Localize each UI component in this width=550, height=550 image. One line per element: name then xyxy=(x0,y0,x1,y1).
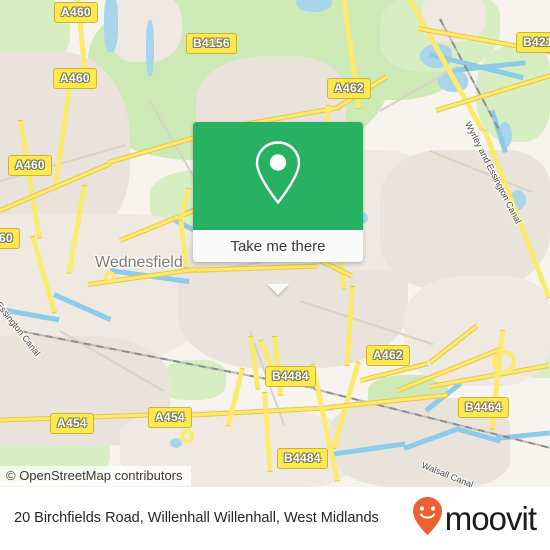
map-water xyxy=(104,0,118,52)
road-shield-b4464[interactable]: B4464 xyxy=(458,397,509,418)
road-shield-a462-top[interactable]: A462 xyxy=(327,78,371,99)
road-shield-a454-left[interactable]: A454 xyxy=(50,413,94,434)
moovit-wordmark: moovit xyxy=(444,499,537,537)
take-me-there-button[interactable]: Take me there xyxy=(193,230,363,262)
road-shield-b4484-upper[interactable]: B4484 xyxy=(265,366,316,387)
map-roundabout xyxy=(104,271,116,283)
road-shield-b4210[interactable]: B4210 xyxy=(516,32,550,53)
road-shield-a460-left[interactable]: A460 xyxy=(8,155,52,176)
map-pin-icon xyxy=(251,139,305,214)
road-shield-a460-top[interactable]: A460 xyxy=(54,2,98,23)
footer-bar: 20 Birchfields Road, Willenhall Willenha… xyxy=(0,487,550,550)
map-water xyxy=(146,20,154,76)
map-roundabout xyxy=(492,350,516,374)
road-shield-a460-mid[interactable]: A460 xyxy=(53,68,97,89)
road-shield-a460-clipped[interactable]: 60 xyxy=(0,228,20,249)
moovit-logo[interactable]: moovit xyxy=(411,496,550,541)
map-canvas[interactable]: Wednesfield Wyrley and Essington Canal E… xyxy=(0,0,550,487)
map-place-label-wednesfield: Wednesfield xyxy=(95,254,183,271)
popup-image-panel xyxy=(193,122,363,230)
location-popup-card[interactable]: Take me there xyxy=(193,122,363,295)
take-me-there-label: Take me there xyxy=(230,237,326,255)
road-shield-a462-bottom[interactable]: A462 xyxy=(366,345,410,366)
map-screenshot: Wednesfield Wyrley and Essington Canal E… xyxy=(0,0,550,550)
popup-pointer-tail xyxy=(267,284,289,295)
map-roundabout xyxy=(180,429,194,443)
address-text: 20 Birchfields Road, Willenhall Willenha… xyxy=(14,509,379,526)
road-shield-b4156[interactable]: B4156 xyxy=(186,33,237,54)
map-urban-area xyxy=(380,150,550,290)
moovit-smiley-pin-icon xyxy=(411,496,444,541)
osm-attribution[interactable]: © OpenStreetMap contributors xyxy=(0,466,191,486)
road-shield-b4484-lower[interactable]: B4484 xyxy=(277,448,328,469)
road-shield-a454-mid[interactable]: A454 xyxy=(148,407,192,428)
